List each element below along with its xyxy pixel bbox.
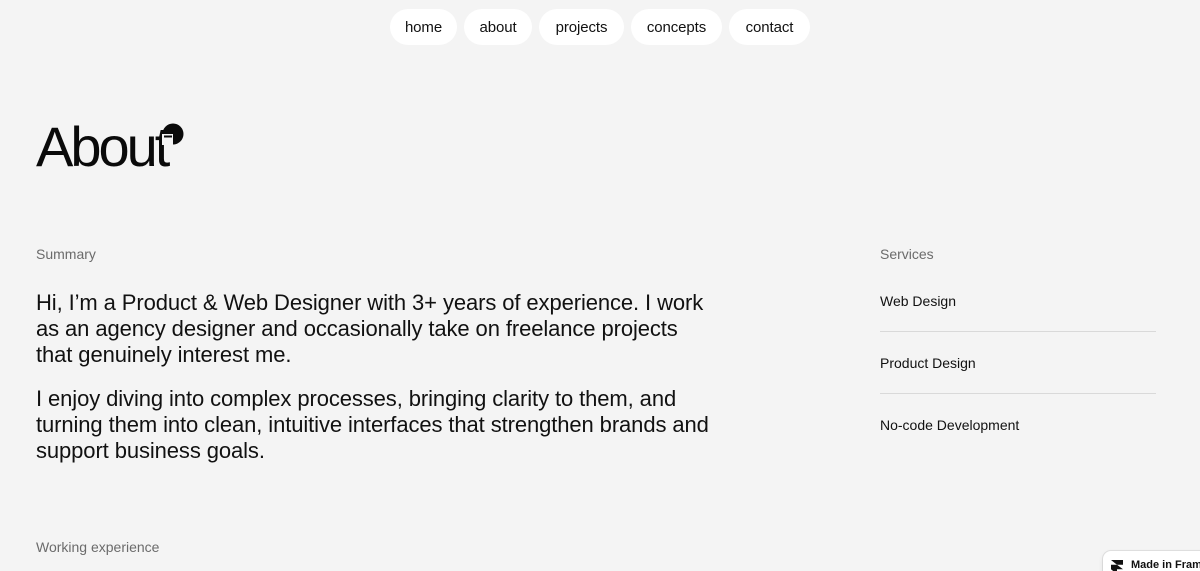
- services-list: Web Design Product Design No-code Develo…: [880, 270, 1156, 455]
- quarter-circle-mark-icon: [162, 123, 184, 145]
- summary-text: Hi, I’m a Product & Web Designer with 3+…: [36, 290, 716, 482]
- made-in-framer-badge[interactable]: Made in Framer: [1103, 551, 1200, 571]
- page-title-block: About: [36, 115, 184, 178]
- service-item-no-code-development: No-code Development: [880, 416, 1020, 433]
- nav-item-projects[interactable]: projects: [539, 9, 624, 45]
- nav-item-concepts[interactable]: concepts: [631, 9, 722, 45]
- nav-item-contact[interactable]: contact: [729, 9, 810, 45]
- summary-paragraph: I enjoy diving into complex processes, b…: [36, 386, 709, 463]
- services-label: Services: [880, 246, 934, 262]
- nav-item-about[interactable]: about: [464, 9, 532, 45]
- framer-logo-icon: [1111, 560, 1123, 571]
- summary-paragraph: Hi, I’m a Product & Web Designer with 3+…: [36, 290, 704, 367]
- badge-label: Made in Framer: [1131, 559, 1200, 571]
- top-navigation: home about projects concepts contact: [0, 9, 1200, 45]
- service-item-product-design: Product Design: [880, 332, 1156, 394]
- summary-label: Summary: [36, 246, 96, 262]
- nav-item-home[interactable]: home: [390, 9, 457, 45]
- working-experience-label: Working experience: [36, 539, 160, 555]
- service-item-web-design: Web Design: [880, 270, 1156, 332]
- page-title: About: [36, 115, 170, 178]
- about-page: home about projects concepts contact Abo…: [0, 0, 1200, 571]
